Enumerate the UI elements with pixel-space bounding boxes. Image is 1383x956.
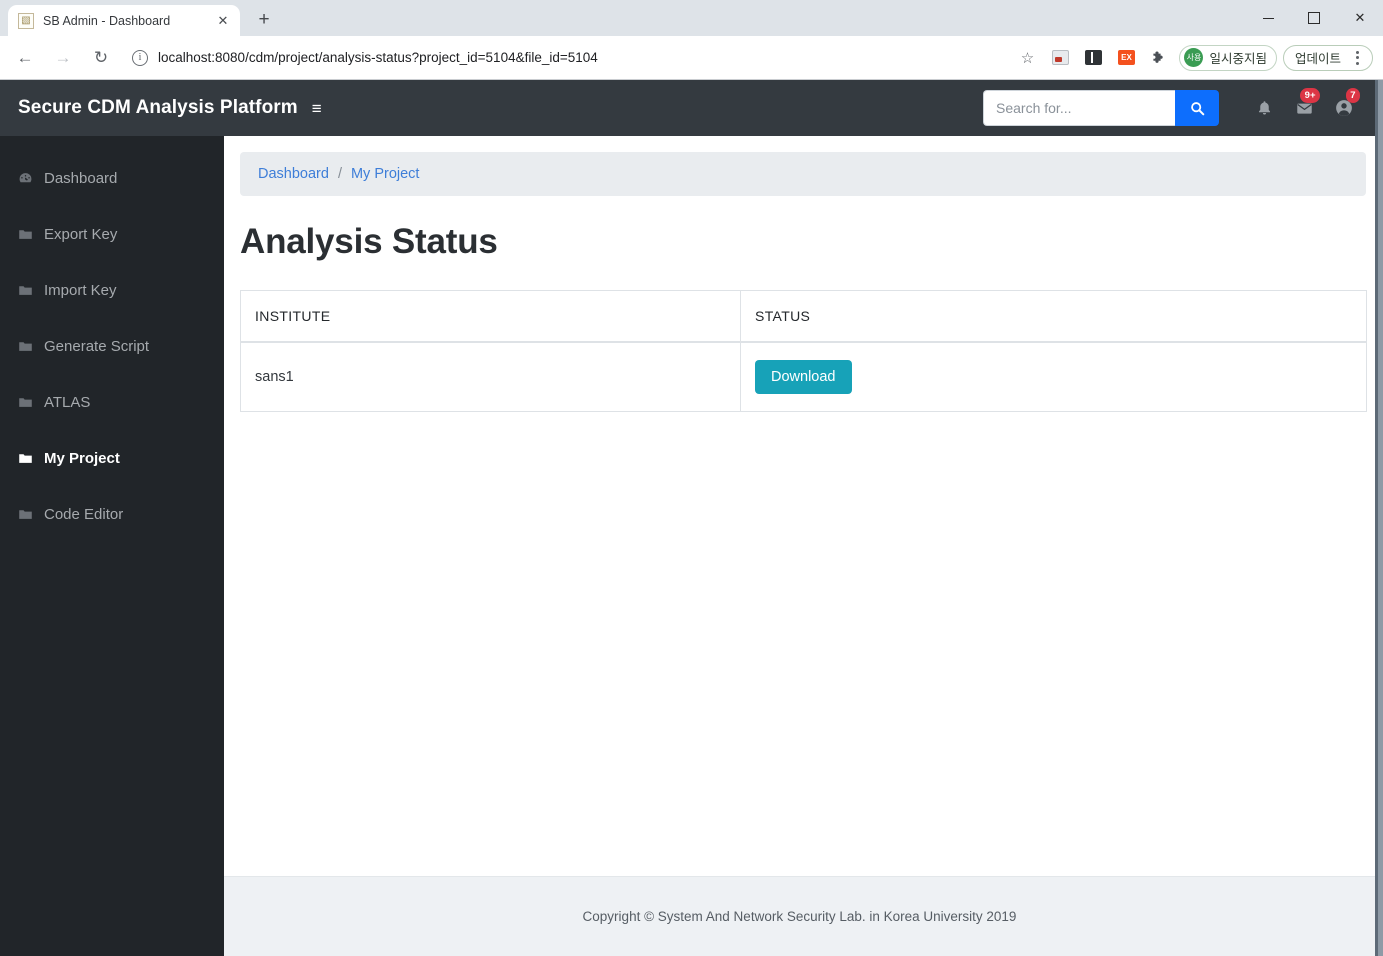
page-title: Analysis Status — [240, 222, 498, 261]
analysis-status-table-wrapper: INSTITUTE STATUS sans1 Download — [240, 290, 1367, 412]
search-icon — [1190, 101, 1204, 115]
sidebar-item-label: ATLAS — [44, 393, 91, 411]
user-badge: 7 — [1345, 88, 1360, 103]
orange-extension-icon[interactable]: EX — [1112, 44, 1140, 72]
folder-icon — [18, 227, 44, 242]
messages-button[interactable]: 9+ — [1287, 88, 1321, 128]
new-tab-button[interactable]: + — [250, 6, 278, 34]
tab-title: SB Admin - Dashboard — [43, 13, 171, 28]
browser-tab[interactable]: ▧ SB Admin - Dashboard ✕ — [8, 5, 240, 36]
table-head: INSTITUTE STATUS — [240, 290, 1367, 343]
page-footer: Copyright © System And Network Security … — [224, 876, 1375, 956]
download-button[interactable]: Download — [755, 360, 852, 394]
user-button[interactable]: 7 — [1327, 88, 1361, 128]
profile-pill-label: 일시중지됨 — [1209, 52, 1267, 66]
sidebar-item-label: Dashboard — [44, 169, 118, 187]
sidebar-item-atlas[interactable]: ATLAS — [0, 374, 224, 430]
app-page: Secure CDM Analysis Platform ≡ Search fo… — [0, 80, 1375, 956]
sidebar-item-import-key[interactable]: Import Key — [0, 262, 224, 318]
photo-extension-icon[interactable] — [1046, 44, 1074, 72]
analysis-status-table: INSTITUTE STATUS sans1 Download — [240, 290, 1367, 412]
window-controls: ✕ — [1245, 0, 1383, 36]
sidebar-item-dashboard[interactable]: Dashboard — [0, 150, 224, 206]
profile-paused-pill[interactable]: 사용 일시중지됨 — [1179, 44, 1277, 71]
folder-icon — [18, 283, 44, 298]
sidebar-item-label: My Project — [44, 449, 120, 467]
column-header-institute: INSTITUTE — [240, 290, 741, 343]
sidebar-item-code-editor[interactable]: Code Editor — [0, 486, 224, 542]
puzzle-extensions-icon[interactable] — [1145, 44, 1173, 72]
update-pill-label: 업데이트 — [1294, 52, 1341, 66]
address-bar-url: localhost:8080/cdm/project/analysis-stat… — [158, 50, 598, 65]
maximize-window-button[interactable] — [1291, 0, 1337, 36]
sidebar-item-generate-script[interactable]: Generate Script — [0, 318, 224, 374]
sidebar-item-label: Code Editor — [44, 505, 124, 523]
bell-icon — [1258, 100, 1270, 115]
breadcrumb-item-dashboard[interactable]: Dashboard — [258, 166, 329, 182]
puzzle-piece-glyph — [1153, 51, 1164, 63]
messages-badge: 9+ — [1300, 88, 1320, 103]
sidebar-item-my-project[interactable]: My Project — [0, 430, 224, 486]
column-header-status: STATUS — [740, 290, 1367, 343]
reload-icon[interactable]: ↻ — [86, 43, 116, 73]
update-pill[interactable]: 업데이트 — [1282, 44, 1373, 71]
back-icon[interactable]: ← — [10, 43, 40, 73]
sidebar-item-label: Generate Script — [44, 337, 150, 355]
site-favicon-icon: ▧ — [18, 12, 34, 29]
search-button[interactable] — [1175, 90, 1219, 126]
site-info-icon[interactable]: i — [132, 49, 148, 66]
sidebar-item-label: Import Key — [44, 281, 117, 299]
browser-menu-icon[interactable] — [1346, 50, 1368, 65]
breadcrumb: Dashboard / My Project — [240, 152, 1366, 196]
breadcrumb-item-my-project[interactable]: My Project — [351, 166, 420, 182]
close-window-button[interactable]: ✕ — [1337, 0, 1383, 36]
sidebar-toggle-icon[interactable]: ≡ — [312, 100, 322, 117]
search-input[interactable] — [983, 90, 1175, 126]
address-bar[interactable]: i localhost:8080/cdm/project/analysis-st… — [132, 43, 1001, 72]
browser-tab-strip: ▧ SB Admin - Dashboard ✕ + ✕ — [0, 0, 1383, 36]
app-topbar: Secure CDM Analysis Platform ≡ Search fo… — [0, 80, 1375, 136]
table-body: sans1 Download — [240, 341, 1367, 412]
table-row: sans1 Download — [240, 341, 1367, 412]
sidebar-item-export-key[interactable]: Export Key — [0, 206, 224, 262]
sidebar: Dashboard Export Key Import Key Generate… — [0, 136, 224, 956]
table-header-row: INSTITUTE STATUS — [240, 290, 1367, 343]
sidebar-item-label: Export Key — [44, 225, 118, 243]
page-viewport: Secure CDM Analysis Platform ≡ Search fo… — [0, 80, 1375, 956]
minimize-window-button[interactable] — [1245, 0, 1291, 36]
close-tab-icon[interactable]: ✕ — [214, 12, 232, 30]
cell-institute: sans1 — [240, 341, 741, 412]
main-content: Dashboard / My Project Analysis Status I… — [224, 136, 1375, 956]
browser-window: ▧ SB Admin - Dashboard ✕ + ✕ ← → ↻ i loc… — [0, 0, 1383, 956]
forward-icon[interactable]: → — [48, 43, 78, 73]
tachometer-icon — [18, 171, 44, 186]
cell-status: Download — [740, 341, 1367, 412]
folder-icon — [18, 507, 44, 522]
search-form — [983, 90, 1219, 126]
copyright-text: Copyright © System And Network Security … — [582, 909, 1017, 924]
desktop-edge-strip — [1375, 80, 1383, 956]
profile-avatar: 사용 — [1184, 48, 1204, 67]
reading-list-extension-icon[interactable] — [1079, 44, 1107, 72]
bookmark-star-icon[interactable]: ☆ — [1013, 44, 1041, 72]
app-body: Dashboard Export Key Import Key Generate… — [0, 136, 1375, 956]
breadcrumb-separator: / — [337, 166, 342, 182]
topbar-right: 9+ 7 — [983, 88, 1361, 128]
content-inner: Dashboard / My Project Analysis Status I… — [224, 136, 1375, 876]
alerts-button[interactable] — [1247, 88, 1281, 128]
folder-icon — [18, 339, 44, 354]
app-brand[interactable]: Secure CDM Analysis Platform — [18, 97, 298, 119]
folder-icon — [18, 451, 44, 466]
browser-toolbar: ← → ↻ i localhost:8080/cdm/project/analy… — [0, 36, 1383, 80]
folder-icon — [18, 395, 44, 410]
